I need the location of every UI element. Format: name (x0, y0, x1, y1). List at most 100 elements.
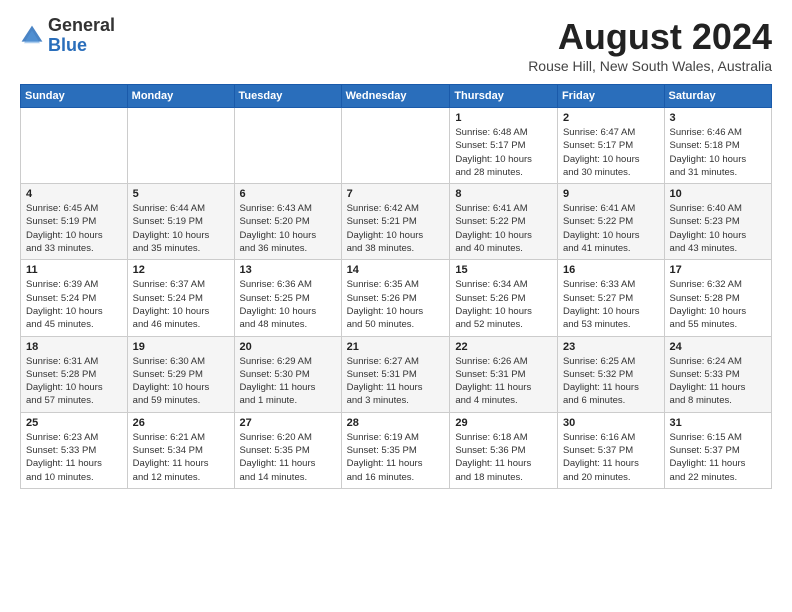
calendar-cell (234, 108, 341, 184)
day-info: Sunrise: 6:32 AM Sunset: 5:28 PM Dayligh… (670, 278, 766, 331)
day-number: 14 (347, 264, 445, 276)
day-info: Sunrise: 6:27 AM Sunset: 5:31 PM Dayligh… (347, 355, 445, 408)
calendar-cell: 2 Sunrise: 6:47 AM Sunset: 5:17 PM Daylig… (557, 108, 664, 184)
calendar-cell (21, 108, 128, 184)
day-number: 1 (455, 112, 552, 124)
calendar-cell: 20 Sunrise: 6:29 AM Sunset: 5:30 PM Dayli… (234, 336, 341, 412)
day-info: Sunrise: 6:33 AM Sunset: 5:27 PM Dayligh… (563, 278, 659, 331)
calendar-cell: 12 Sunrise: 6:37 AM Sunset: 5:24 PM Dayli… (127, 260, 234, 336)
calendar-header-thursday: Thursday (450, 85, 558, 108)
day-info: Sunrise: 6:18 AM Sunset: 5:36 PM Dayligh… (455, 431, 552, 484)
calendar-cell: 29Sunrise: 6:18 AM Sunset: 5:36 PM Dayli… (450, 412, 558, 488)
day-info: Sunrise: 6:35 AM Sunset: 5:26 PM Dayligh… (347, 278, 445, 331)
day-number: 6 (240, 188, 336, 200)
calendar-cell: 4 Sunrise: 6:45 AM Sunset: 5:19 PM Daylig… (21, 184, 128, 260)
calendar-header-row: SundayMondayTuesdayWednesdayThursdayFrid… (21, 85, 772, 108)
calendar-cell: 31 Sunrise: 6:15 AM Sunset: 5:37 PM Dayli… (664, 412, 771, 488)
calendar-cell: 13Sunrise: 6:36 AM Sunset: 5:25 PM Dayli… (234, 260, 341, 336)
logo-blue: Blue (48, 35, 87, 55)
calendar-cell: 10Sunrise: 6:40 AM Sunset: 5:23 PM Dayli… (664, 184, 771, 260)
day-info: Sunrise: 6:34 AM Sunset: 5:26 PM Dayligh… (455, 278, 552, 331)
calendar-cell: 22Sunrise: 6:26 AM Sunset: 5:31 PM Dayli… (450, 336, 558, 412)
calendar-cell: 16 Sunrise: 6:33 AM Sunset: 5:27 PM Dayli… (557, 260, 664, 336)
calendar-cell: 14 Sunrise: 6:35 AM Sunset: 5:26 PM Dayli… (341, 260, 450, 336)
day-number: 28 (347, 417, 445, 429)
logo-icon (20, 24, 44, 48)
day-number: 11 (26, 264, 122, 276)
day-info: Sunrise: 6:24 AM Sunset: 5:33 PM Dayligh… (670, 355, 766, 408)
day-info: Sunrise: 6:23 AM Sunset: 5:33 PM Dayligh… (26, 431, 122, 484)
day-number: 19 (133, 341, 229, 353)
day-number: 31 (670, 417, 766, 429)
calendar-cell: 17Sunrise: 6:32 AM Sunset: 5:28 PM Dayli… (664, 260, 771, 336)
page-header: General Blue August 2024 Rouse Hill, New… (20, 16, 772, 74)
day-info: Sunrise: 6:26 AM Sunset: 5:31 PM Dayligh… (455, 355, 552, 408)
calendar-table: SundayMondayTuesdayWednesdayThursdayFrid… (20, 84, 772, 489)
day-info: Sunrise: 6:42 AM Sunset: 5:21 PM Dayligh… (347, 202, 445, 255)
day-info: Sunrise: 6:19 AM Sunset: 5:35 PM Dayligh… (347, 431, 445, 484)
calendar-week-4: 18Sunrise: 6:31 AM Sunset: 5:28 PM Dayli… (21, 336, 772, 412)
day-number: 8 (455, 188, 552, 200)
calendar-cell: 21Sunrise: 6:27 AM Sunset: 5:31 PM Dayli… (341, 336, 450, 412)
logo: General Blue (20, 16, 115, 56)
calendar-header-sunday: Sunday (21, 85, 128, 108)
day-number: 23 (563, 341, 659, 353)
calendar-cell (127, 108, 234, 184)
day-number: 18 (26, 341, 122, 353)
calendar-cell: 8 Sunrise: 6:41 AM Sunset: 5:22 PM Daylig… (450, 184, 558, 260)
calendar-header-tuesday: Tuesday (234, 85, 341, 108)
calendar-cell: 7Sunrise: 6:42 AM Sunset: 5:21 PM Daylig… (341, 184, 450, 260)
calendar-cell: 19 Sunrise: 6:30 AM Sunset: 5:29 PM Dayli… (127, 336, 234, 412)
title-section: August 2024 Rouse Hill, New South Wales,… (528, 16, 772, 74)
day-number: 4 (26, 188, 122, 200)
day-info: Sunrise: 6:29 AM Sunset: 5:30 PM Dayligh… (240, 355, 336, 408)
calendar-header-wednesday: Wednesday (341, 85, 450, 108)
calendar-cell: 27Sunrise: 6:20 AM Sunset: 5:35 PM Dayli… (234, 412, 341, 488)
day-number: 24 (670, 341, 766, 353)
day-info: Sunrise: 6:37 AM Sunset: 5:24 PM Dayligh… (133, 278, 229, 331)
day-number: 20 (240, 341, 336, 353)
day-info: Sunrise: 6:40 AM Sunset: 5:23 PM Dayligh… (670, 202, 766, 255)
calendar-cell: 26Sunrise: 6:21 AM Sunset: 5:34 PM Dayli… (127, 412, 234, 488)
calendar-cell: 9 Sunrise: 6:41 AM Sunset: 5:22 PM Daylig… (557, 184, 664, 260)
calendar-cell: 28 Sunrise: 6:19 AM Sunset: 5:35 PM Dayli… (341, 412, 450, 488)
calendar-cell: 24 Sunrise: 6:24 AM Sunset: 5:33 PM Dayli… (664, 336, 771, 412)
day-info: Sunrise: 6:25 AM Sunset: 5:32 PM Dayligh… (563, 355, 659, 408)
calendar-header-monday: Monday (127, 85, 234, 108)
calendar-header-saturday: Saturday (664, 85, 771, 108)
day-number: 25 (26, 417, 122, 429)
calendar-cell: 25 Sunrise: 6:23 AM Sunset: 5:33 PM Dayli… (21, 412, 128, 488)
day-info: Sunrise: 6:43 AM Sunset: 5:20 PM Dayligh… (240, 202, 336, 255)
day-info: Sunrise: 6:30 AM Sunset: 5:29 PM Dayligh… (133, 355, 229, 408)
day-number: 16 (563, 264, 659, 276)
calendar-cell: 3 Sunrise: 6:46 AM Sunset: 5:18 PM Daylig… (664, 108, 771, 184)
day-number: 12 (133, 264, 229, 276)
day-info: Sunrise: 6:15 AM Sunset: 5:37 PM Dayligh… (670, 431, 766, 484)
calendar-cell: 15Sunrise: 6:34 AM Sunset: 5:26 PM Dayli… (450, 260, 558, 336)
day-number: 2 (563, 112, 659, 124)
month-title: August 2024 (528, 16, 772, 58)
day-info: Sunrise: 6:47 AM Sunset: 5:17 PM Dayligh… (563, 126, 659, 179)
day-number: 3 (670, 112, 766, 124)
day-info: Sunrise: 6:16 AM Sunset: 5:37 PM Dayligh… (563, 431, 659, 484)
calendar-cell: 23 Sunrise: 6:25 AM Sunset: 5:32 PM Dayli… (557, 336, 664, 412)
location: Rouse Hill, New South Wales, Australia (528, 58, 772, 74)
day-info: Sunrise: 6:46 AM Sunset: 5:18 PM Dayligh… (670, 126, 766, 179)
day-info: Sunrise: 6:41 AM Sunset: 5:22 PM Dayligh… (455, 202, 552, 255)
day-number: 30 (563, 417, 659, 429)
logo-text: General Blue (48, 16, 115, 56)
calendar-cell: 18Sunrise: 6:31 AM Sunset: 5:28 PM Dayli… (21, 336, 128, 412)
calendar-cell: 11Sunrise: 6:39 AM Sunset: 5:24 PM Dayli… (21, 260, 128, 336)
calendar-cell: 5Sunrise: 6:44 AM Sunset: 5:19 PM Daylig… (127, 184, 234, 260)
calendar-cell (341, 108, 450, 184)
day-info: Sunrise: 6:45 AM Sunset: 5:19 PM Dayligh… (26, 202, 122, 255)
day-info: Sunrise: 6:48 AM Sunset: 5:17 PM Dayligh… (455, 126, 552, 179)
calendar-cell: 30 Sunrise: 6:16 AM Sunset: 5:37 PM Dayli… (557, 412, 664, 488)
day-info: Sunrise: 6:20 AM Sunset: 5:35 PM Dayligh… (240, 431, 336, 484)
day-info: Sunrise: 6:44 AM Sunset: 5:19 PM Dayligh… (133, 202, 229, 255)
day-number: 9 (563, 188, 659, 200)
calendar-cell: 1 Sunrise: 6:48 AM Sunset: 5:17 PM Daylig… (450, 108, 558, 184)
day-info: Sunrise: 6:41 AM Sunset: 5:22 PM Dayligh… (563, 202, 659, 255)
logo-general: General (48, 15, 115, 35)
calendar-week-3: 11Sunrise: 6:39 AM Sunset: 5:24 PM Dayli… (21, 260, 772, 336)
